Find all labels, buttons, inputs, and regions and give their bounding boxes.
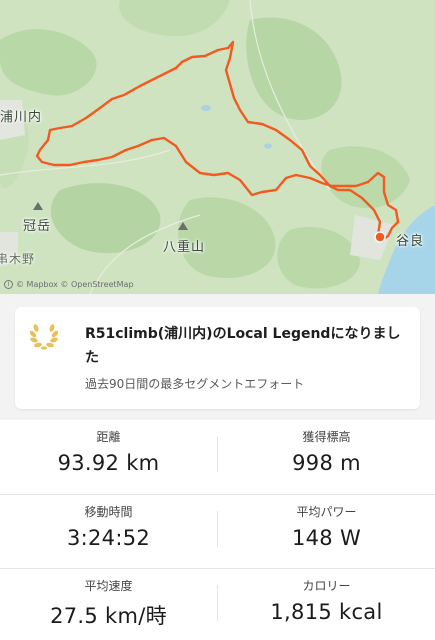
route-map[interactable]: 浦川内 冠岳 八重山 串木野 谷良 i © Mapbox © OpenStree… <box>0 0 435 294</box>
map-label-urakawauchi: 浦川内 <box>0 110 43 125</box>
info-icon[interactable]: i <box>4 280 13 289</box>
map-label-taniyoshi: 谷良 <box>396 234 425 249</box>
stat-value: 3:24:52 <box>66 526 151 550</box>
laurel-wreath-icon <box>29 324 59 350</box>
stat-distance: 距離 93.92 km <box>0 420 217 490</box>
stat-avg-power: 平均パワー 148 W <box>218 495 435 565</box>
stat-label: 獲得標高 <box>302 430 351 444</box>
route-line <box>35 40 400 242</box>
stat-value: 1,815 kcal <box>270 600 383 624</box>
stat-value: 998 m <box>292 451 361 475</box>
peak-icon <box>33 202 43 210</box>
achievement-subtitle: 過去90日間の最多セグメントエフォート <box>85 377 305 391</box>
stat-calories: カロリー 1,815 kcal <box>218 569 435 639</box>
stat-value: 27.5 km/時 <box>50 604 167 628</box>
stat-moving-time: 移動時間 3:24:52 <box>0 495 217 565</box>
stat-elevation-gain: 獲得標高 998 m <box>218 420 435 490</box>
peak-icon <box>178 222 188 230</box>
stats-row: 平均速度 27.5 km/時 カロリー 1,815 kcal <box>0 568 435 638</box>
stat-value: 93.92 km <box>57 451 160 475</box>
stat-avg-speed: 平均速度 27.5 km/時 <box>0 569 217 639</box>
stats-row: 移動時間 3:24:52 平均パワー 148 W <box>0 494 435 564</box>
route-end-marker <box>374 231 386 243</box>
stat-label: 移動時間 <box>84 505 133 519</box>
achievement-title: R51climb(浦川内)のLocal Legendになりました <box>85 326 401 366</box>
stat-label: 距離 <box>96 430 121 444</box>
map-label-kanmuridake: 冠岳 <box>23 219 52 234</box>
stat-label: 平均パワー <box>296 505 357 519</box>
attribution-text: © Mapbox © OpenStreetMap <box>16 280 134 289</box>
map-label-kushikino: 串木野 <box>0 252 36 266</box>
map-attribution[interactable]: i © Mapbox © OpenStreetMap <box>4 280 134 289</box>
stat-value: 148 W <box>291 526 362 550</box>
stat-label: カロリー <box>302 579 351 593</box>
map-label-yaeyama: 八重山 <box>163 240 206 255</box>
stat-label: 平均速度 <box>84 579 133 593</box>
stats-row: 距離 93.92 km 獲得標高 998 m <box>0 420 435 490</box>
activity-stats: 距離 93.92 km 獲得標高 998 m 移動時間 3:24:52 平均パワ… <box>0 420 435 640</box>
local-legend-card[interactable]: R51climb(浦川内)のLocal Legendになりました 過去90日間の… <box>15 307 420 409</box>
